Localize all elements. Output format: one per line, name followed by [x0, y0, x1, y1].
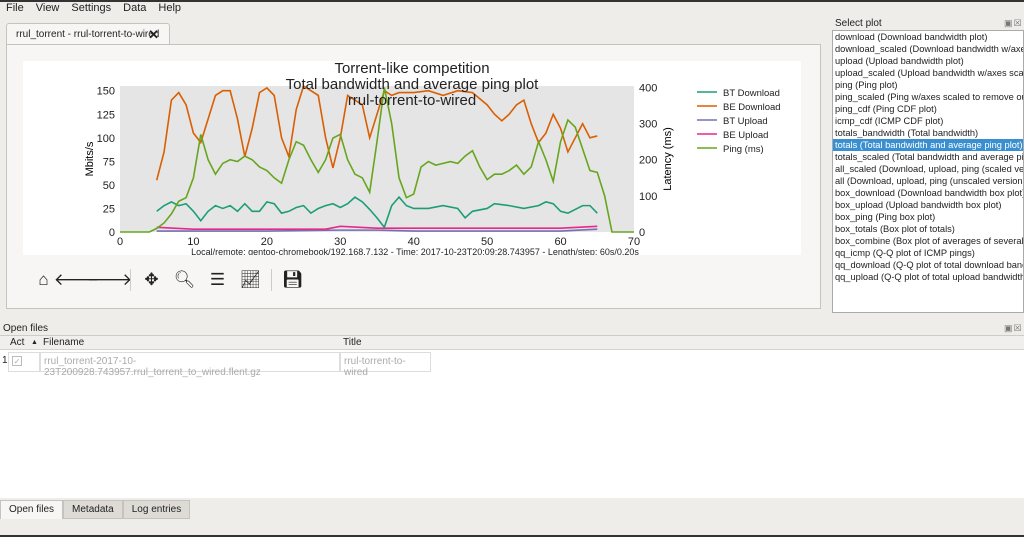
- plot-panel: 0 10 20 30 40 50 60 70 0 25 50 75 100 125 150 0 100 200 30…: [6, 44, 821, 309]
- plot-list-item[interactable]: totals (Total bandwidth and average ping…: [833, 139, 1023, 151]
- tab-log-entries[interactable]: Log entries: [122, 500, 191, 519]
- select-plot-list[interactable]: download (Download bandwidth plot) downlo…: [832, 30, 1024, 313]
- plot-canvas[interactable]: 0 10 20 30 40 50 60 70 0 25 50 75 100 125 150 0 100 200 30…: [23, 60, 801, 257]
- configure-icon[interactable]: ☰: [201, 265, 234, 295]
- y2-axis-label: Latency (ms): [662, 127, 674, 191]
- bottom-tabs: Open files Metadata Log entries: [0, 500, 191, 519]
- y-tick-label: 25: [103, 203, 115, 215]
- edit-axis-icon[interactable]: 📈︎: [234, 265, 267, 295]
- zoom-icon[interactable]: 🔍︎: [168, 265, 201, 295]
- y-tick-label: 50: [103, 180, 115, 192]
- title-cell: rrul-torrent-to-wired: [340, 352, 431, 378]
- plot-list-item[interactable]: box_ping (Ping box plot): [833, 211, 1023, 223]
- active-checkbox[interactable]: ✓: [8, 352, 40, 372]
- plot-list-item[interactable]: icmp_cdf (ICMP CDF plot): [833, 115, 1023, 127]
- y-tick-label: 150: [97, 86, 115, 98]
- y2-tick-label: 100: [639, 191, 657, 203]
- y-tick-label: 125: [97, 109, 115, 121]
- column-title[interactable]: Title: [343, 337, 362, 348]
- pan-icon[interactable]: ✥: [135, 265, 168, 295]
- save-icon[interactable]: 💾︎: [276, 265, 309, 295]
- tab-metadata[interactable]: Metadata: [63, 500, 123, 519]
- plot-list-item[interactable]: qq_icmp (Q-Q plot of ICMP pings): [833, 247, 1023, 259]
- forward-icon[interactable]: 🡒: [87, 265, 133, 295]
- table-header: Act ▲ Filename Title: [0, 336, 1024, 350]
- filename-cell: rrul_torrent-2017-10-23T200928.743957.rr…: [40, 352, 340, 378]
- close-tab-icon[interactable]: ✕: [148, 27, 159, 43]
- plot-list-item[interactable]: download (Download bandwidth plot): [833, 31, 1023, 43]
- dock-buttons[interactable]: ▣☒: [1004, 323, 1023, 334]
- plot-list-item[interactable]: ping_cdf (Ping CDF plot): [833, 103, 1023, 115]
- plot-toolbar: ⌂ 🡐 🡒 ✥ 🔍︎ ☰ 📈︎ 💾︎: [27, 265, 309, 295]
- x-tick-label: 0: [117, 236, 123, 248]
- plot-list-item[interactable]: qq_upload (Q-Q plot of total upload band…: [833, 271, 1023, 283]
- toolbar-divider: [271, 269, 272, 291]
- y2-tick-label: 200: [639, 155, 657, 167]
- menu-settings[interactable]: Settings: [65, 2, 117, 16]
- menu-view[interactable]: View: [30, 2, 66, 16]
- chart-title: Total bandwidth and average ping plot: [286, 76, 540, 93]
- plot-list-item[interactable]: totals_bandwidth (Total bandwidth): [833, 127, 1023, 139]
- column-filename[interactable]: Filename: [43, 337, 84, 348]
- chart-title: Torrent-like competition: [334, 61, 489, 77]
- plot-list-item[interactable]: totals_scaled (Total bandwidth and avera…: [833, 151, 1023, 163]
- plot-list-item[interactable]: ping (Ping plot): [833, 79, 1023, 91]
- sort-asc-icon: ▲: [31, 339, 38, 346]
- y2-tick-label: 300: [639, 119, 657, 131]
- y-tick-label: 75: [103, 156, 115, 168]
- plot-list-item[interactable]: upload (Upload bandwidth plot): [833, 55, 1023, 67]
- plot-list-item[interactable]: box_download (Download bandwidth box plo…: [833, 187, 1023, 199]
- chart: 0 10 20 30 40 50 60 700255075100125150010020030…: [84, 60, 781, 257]
- plot-list-item[interactable]: all_scaled (Download, upload, ping (scal…: [833, 163, 1023, 175]
- y2-tick-label: 0: [639, 227, 645, 239]
- plot-list-item[interactable]: box_totals (Box plot of totals): [833, 223, 1023, 235]
- chart-footer: Local/remote: gentoo-chromebook/192.168.…: [191, 247, 639, 255]
- menu-help[interactable]: Help: [152, 2, 187, 16]
- plot-list-item[interactable]: upload_scaled (Upload bandwidth w/axes s…: [833, 67, 1023, 79]
- toolbar-divider: [130, 269, 131, 291]
- legend-entry: BE Upload: [723, 130, 768, 141]
- legend-entry: Ping (ms): [723, 144, 764, 155]
- menu-bar: File View Settings Data Help: [0, 2, 187, 16]
- plot-tab[interactable]: rrul_torrent - rrul-torrent-to-wired ✕: [6, 23, 170, 45]
- open-files-title: Open files: [3, 323, 49, 334]
- legend-entry: BE Download: [723, 102, 781, 113]
- y2-tick-label: 400: [639, 82, 657, 94]
- open-files-table: Act ▲ Filename Title 1 ✓ rrul_torrent-20…: [0, 335, 1024, 498]
- menu-file[interactable]: File: [0, 2, 30, 16]
- y-tick-label: 100: [97, 133, 115, 145]
- plot-list-item[interactable]: all (Download, upload, ping (unscaled ve…: [833, 175, 1023, 187]
- plot-list-item[interactable]: download_scaled (Download bandwidth w/ax…: [833, 43, 1023, 55]
- menu-data[interactable]: Data: [117, 2, 152, 16]
- chart-title: rrul-torrent-to-wired: [348, 92, 476, 109]
- plot-list-item[interactable]: qq_download (Q-Q plot of total download …: [833, 259, 1023, 271]
- plot-list-item[interactable]: ping_scaled (Ping w/axes scaled to remov…: [833, 91, 1023, 103]
- plot-list-item[interactable]: box_combine (Box plot of averages of sev…: [833, 235, 1023, 247]
- plot-list-item[interactable]: box_upload (Upload bandwidth box plot): [833, 199, 1023, 211]
- y-axis-label: Mbits/s: [84, 141, 96, 176]
- legend-entry: BT Upload: [723, 116, 768, 127]
- tab-label: rrul_torrent - rrul-torrent-to-wired: [16, 29, 160, 40]
- legend-entry: BT Download: [723, 88, 780, 99]
- dock-buttons[interactable]: ▣☒: [1004, 18, 1023, 29]
- y-tick-label: 0: [109, 227, 115, 239]
- tab-open-files[interactable]: Open files: [0, 500, 64, 519]
- row-number: 1: [2, 355, 8, 366]
- column-act[interactable]: Act: [10, 337, 24, 348]
- select-plot-title: Select plot: [835, 18, 882, 29]
